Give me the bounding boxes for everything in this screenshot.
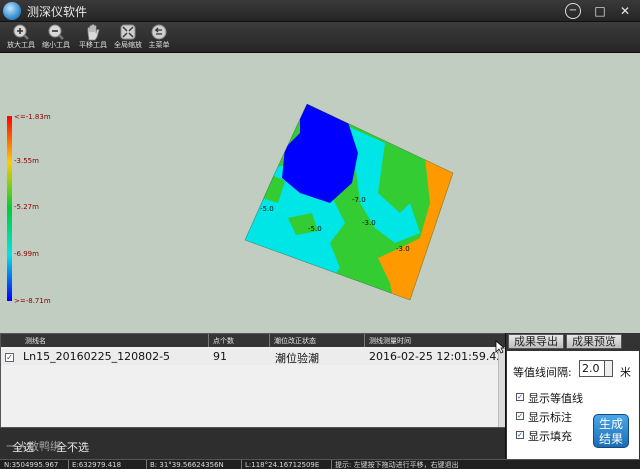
contour-interval-input[interactable]	[579, 360, 605, 377]
window-title: 测深仪软件	[27, 5, 88, 19]
contour-label: -7.0	[352, 196, 366, 204]
result-panel: 成果导出 成果预览 等值线间隔: 米 ✓ 显示等值线 ✓ 显示标注 ✓ 显示填充…	[505, 333, 640, 459]
app-logo-icon	[3, 2, 21, 20]
generate-line1: 生成	[598, 417, 623, 431]
main-menu-tool[interactable]: 主菜单	[142, 23, 176, 53]
col-survey-time[interactable]: 测线测量时间	[369, 336, 411, 346]
generate-line2: 结果	[598, 432, 623, 446]
contour-interval-unit: 米	[620, 366, 631, 379]
status-divider	[331, 460, 332, 469]
col-point-count[interactable]: 点个数	[213, 336, 234, 346]
minimize-button[interactable]: −	[565, 3, 581, 19]
cell-survey-time: 2016-02-25 12:01:59.42	[369, 350, 504, 363]
zoom-in-label: 放大工具	[7, 41, 35, 49]
pan-tool[interactable]: 平移工具	[76, 23, 110, 53]
main-menu-icon	[151, 24, 167, 40]
app-window: 测深仪软件 − □ ✕ 放大工具 缩小工具 平移工具 全局缩放 主菜单 <=-1…	[0, 0, 640, 469]
show-labels-checkbox[interactable]: ✓	[516, 412, 524, 420]
generate-results-button[interactable]: 生成 结果	[593, 414, 629, 448]
table-row[interactable]: ✓ Ln15_20160225_120802-5 91 潮位验潮 2016-02…	[1, 349, 504, 365]
watermark-text: 一人散鸭绑	[6, 440, 61, 453]
status-n-coord: N:3504995.967	[4, 461, 59, 469]
status-divider	[68, 460, 69, 469]
survey-area	[245, 104, 453, 300]
title-bar: 测深仪软件 − □ ✕	[0, 0, 640, 22]
mouse-cursor-icon	[495, 340, 505, 354]
zoom-in-tool[interactable]: 放大工具	[4, 23, 38, 53]
close-button[interactable]: ✕	[617, 3, 633, 19]
legend-color-bar	[7, 116, 12, 301]
legend-label-1: -3.55m	[14, 157, 39, 165]
contour-label: -3.0	[396, 245, 410, 253]
show-contours-checkbox[interactable]: ✓	[516, 393, 524, 401]
full-extent-icon	[120, 24, 136, 40]
cell-line-name: Ln15_20160225_120802-5	[23, 350, 171, 363]
table-header: 测线名 点个数 潮位改正状态 测线测量时间	[1, 334, 506, 347]
show-labels-label: 显示标注	[528, 411, 572, 424]
survey-line-table: 测线名 点个数 潮位改正状态 测线测量时间 ✓ Ln15_20160225_12…	[0, 333, 506, 428]
contour-interval-label: 等值线间隔:	[513, 366, 572, 379]
cell-point-count: 91	[213, 350, 227, 363]
column-divider	[364, 334, 365, 347]
tab-preview-results[interactable]: 成果预览	[566, 334, 622, 349]
contour-interval-spinner[interactable]	[605, 360, 613, 377]
pan-label: 平移工具	[79, 41, 107, 49]
contour-label: -5.0	[308, 225, 322, 233]
legend-max-label: <=-1.83m	[14, 113, 51, 121]
status-divider	[241, 460, 242, 469]
zoom-out-label: 缩小工具	[42, 41, 70, 49]
show-fill-checkbox[interactable]: ✓	[516, 431, 524, 439]
full-extent-label: 全局缩放	[114, 41, 142, 49]
cell-tide-status: 潮位验潮	[275, 352, 319, 365]
status-bar: N:3504995.967 E:632979.418 B: 31°39.5662…	[0, 459, 640, 469]
status-e-coord: E:632979.418	[72, 461, 122, 469]
toolbar: 放大工具 缩小工具 平移工具 全局缩放 主菜单	[0, 22, 640, 53]
contour-label: -3.0	[362, 219, 376, 227]
status-l-coord: L:118°24.16712509E	[245, 461, 320, 469]
map-canvas[interactable]: <=-1.83m -3.55m -5.27m -6.99m >=-8.71m -…	[0, 53, 640, 333]
table-scrollbar[interactable]	[498, 347, 505, 427]
tab-export-results[interactable]: 成果导出	[508, 334, 564, 349]
zoom-in-icon	[13, 24, 29, 40]
column-divider	[208, 334, 209, 347]
result-panel-body: 等值线间隔: 米 ✓ 显示等值线 ✓ 显示标注 ✓ 显示填充 生成 结果	[507, 351, 639, 459]
legend-label-2: -5.27m	[14, 203, 39, 211]
pan-hand-icon	[87, 24, 100, 41]
legend-min-label: >=-8.71m	[14, 297, 51, 305]
maximize-button[interactable]: □	[592, 3, 608, 19]
column-divider	[269, 334, 270, 347]
main-menu-label: 主菜单	[148, 41, 170, 49]
row-checkbox[interactable]: ✓	[5, 353, 14, 362]
contour-map	[7, 103, 454, 301]
contour-label: -5.0	[260, 205, 274, 213]
status-b-coord: B: 31°39.56624356N	[150, 461, 224, 469]
col-tide-status[interactable]: 潮位改正状态	[274, 336, 316, 346]
zoom-out-icon	[48, 24, 64, 40]
show-fill-label: 显示填充	[528, 430, 572, 443]
full-extent-tool[interactable]: 全局缩放	[111, 23, 145, 53]
show-contours-label: 显示等值线	[528, 392, 583, 405]
zoom-out-tool[interactable]: 缩小工具	[39, 23, 73, 53]
status-hint: 提示: 左键按下拖动进行平移，右键退出	[335, 461, 459, 469]
selection-bar: 全选 全不选	[0, 428, 505, 459]
col-line-name[interactable]: 测线名	[25, 336, 46, 346]
status-divider	[146, 460, 147, 469]
legend-label-3: -6.99m	[14, 250, 39, 258]
